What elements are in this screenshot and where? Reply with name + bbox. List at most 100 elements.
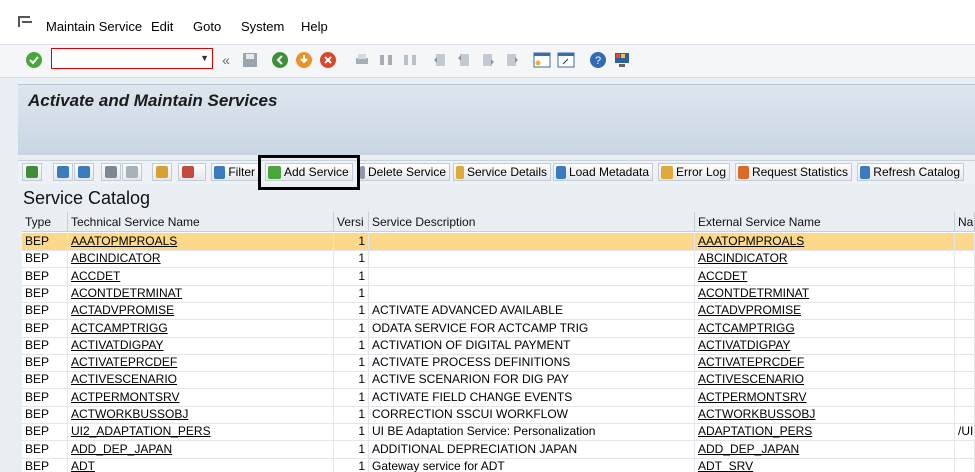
cell-version: 1 <box>334 440 369 458</box>
cell-technical-service-name[interactable]: AAATOPMPROALS <box>68 233 334 250</box>
cell-version: 1 <box>334 250 369 268</box>
table-row[interactable]: BEP ACTIVATDIGPAY 1 ACTIVATION OF DIGITAL P… <box>22 336 975 355</box>
next-page-icon[interactable] <box>478 50 498 70</box>
menu-system[interactable]: System <box>241 19 284 34</box>
find-icon[interactable] <box>101 163 121 181</box>
details-icon[interactable] <box>22 163 42 181</box>
shortcut-icon[interactable] <box>556 50 576 70</box>
sort-ascending-icon[interactable] <box>53 163 73 181</box>
column-header-type[interactable]: Type <box>22 212 68 232</box>
table-row[interactable]: BEP UI2_ADAPTATION_PERS 1 UI BE Adaptation … <box>22 423 975 442</box>
table-row[interactable]: BEP AAATOPMPROALS 1 AAATOPMPROALS <box>22 233 975 251</box>
cell-external-service-name[interactable]: ADT_SRV <box>695 457 955 472</box>
request-statistics-button[interactable]: Request Statistics <box>735 163 852 181</box>
column-header-technical-service-name[interactable]: Technical Service Name <box>68 212 334 232</box>
cell-technical-service-name[interactable]: ACTADVPROMISE <box>68 302 334 320</box>
cell-version: 1 <box>334 284 369 302</box>
column-header-service-description[interactable]: Service Description <box>369 212 695 232</box>
cell-external-service-name[interactable]: ACTWORKBUSSOBJ <box>695 406 955 423</box>
menu-maintain-service[interactable]: Maintain Service <box>46 19 142 34</box>
cell-type: BEP <box>22 302 68 320</box>
cell-version: 1 <box>334 457 369 472</box>
exit-icon[interactable] <box>294 50 314 70</box>
cell-technical-service-name[interactable]: ACCDET <box>68 267 334 285</box>
cell-technical-service-name[interactable]: ABCINDICATOR <box>68 250 334 268</box>
cell-version: 1 <box>334 423 369 441</box>
cell-external-service-name[interactable]: ABCINDICATOR <box>695 250 955 268</box>
cell-namespace <box>955 302 975 320</box>
find-next-icon[interactable] <box>400 50 420 70</box>
back-icon[interactable] <box>270 50 290 70</box>
sort-descending-icon[interactable] <box>74 163 94 181</box>
check-icon[interactable] <box>24 50 44 70</box>
help-icon[interactable]: ? <box>588 50 608 70</box>
cancel-icon[interactable] <box>318 50 338 70</box>
print-icon[interactable] <box>352 50 372 70</box>
previous-page-icon[interactable] <box>454 50 474 70</box>
cell-external-service-name[interactable]: ACCDET <box>695 267 955 285</box>
table-row[interactable]: BEP ACTPERMONTSRV 1 ACTIVATE FIELD CHANGE E… <box>22 388 975 407</box>
refresh-catalog-button[interactable]: Refresh Catalog <box>857 163 964 181</box>
cell-external-service-name[interactable]: ACONTDETRMINAT <box>695 284 955 302</box>
load-metadata-button[interactable]: Load Metadata <box>553 163 653 181</box>
export-icon[interactable] <box>152 163 172 181</box>
cell-external-service-name[interactable]: ACTIVESCENARIO <box>695 371 955 389</box>
menu-goto[interactable]: Goto <box>193 19 221 34</box>
cell-external-service-name[interactable]: AAATOPMPROALS <box>695 233 955 250</box>
service-details-button[interactable]: Service Details <box>453 163 551 181</box>
error-log-button[interactable]: Error Log <box>658 163 730 181</box>
cell-technical-service-name[interactable]: ACTPERMONTSRV <box>68 388 334 406</box>
table-row[interactable]: BEP ADT 1 Gateway service for ADT ADT_SRV <box>22 457 975 472</box>
column-header-namespace[interactable]: Nar <box>955 212 975 232</box>
table-row[interactable]: BEP ACCDET 1 ACCDET <box>22 267 975 286</box>
cell-technical-service-name[interactable]: ACTCAMPTRIGG <box>68 319 334 337</box>
cell-type: BEP <box>22 371 68 389</box>
filter-button[interactable]: Filter <box>211 163 259 181</box>
find-next-icon[interactable] <box>122 163 142 181</box>
delete-service-button[interactable]: Delete Service <box>357 163 450 181</box>
filter-icon <box>214 165 226 179</box>
table-row[interactable]: BEP ACTADVPROMISE 1 ACTIVATE ADVANCED AVAIL… <box>22 302 975 321</box>
layout-select-icon[interactable] <box>178 163 206 181</box>
first-page-icon[interactable] <box>430 50 450 70</box>
column-header-version[interactable]: Versi <box>334 212 369 232</box>
cell-technical-service-name[interactable]: ACTIVESCENARIO <box>68 371 334 389</box>
cell-external-service-name[interactable]: ACTIVATDIGPAY <box>695 336 955 354</box>
cell-technical-service-name[interactable]: ADT <box>68 457 334 472</box>
cell-technical-service-name[interactable]: UI2_ADAPTATION_PERS <box>68 423 334 441</box>
column-header-external-service-name[interactable]: External Service Name <box>695 212 955 232</box>
chevron-down-icon[interactable]: ▼ <box>200 53 209 63</box>
cell-technical-service-name[interactable]: ACONTDETRMINAT <box>68 284 334 302</box>
cell-service-description: ADDITIONAL DEPRECIATION JAPAN <box>369 440 695 458</box>
back-double-icon[interactable]: « <box>216 50 236 70</box>
cell-type: BEP <box>22 440 68 458</box>
table-row[interactable]: BEP ADD_DEP_JAPAN 1 ADDITIONAL DEPRECIATION… <box>22 440 975 459</box>
save-icon[interactable] <box>240 50 260 70</box>
table-row[interactable]: BEP ACONTDETRMINAT 1 ACONTDETRMINAT <box>22 284 975 303</box>
cell-external-service-name[interactable]: ACTIVATEPRCDEF <box>695 354 955 372</box>
table-row[interactable]: BEP ACTIVATEPRCDEF 1 ACTIVATE PROCESS DEFIN… <box>22 354 975 373</box>
cell-external-service-name[interactable]: ADD_DEP_JAPAN <box>695 440 955 458</box>
table-row[interactable]: BEP ABCINDICATOR 1 ABCINDICATOR <box>22 250 975 269</box>
table-row[interactable]: BEP ACTWORKBUSSOBJ 1 CORRECTION SSCUI WORKF… <box>22 406 975 424</box>
cell-external-service-name[interactable]: ACTADVPROMISE <box>695 302 955 320</box>
cell-external-service-name[interactable]: ACTCAMPTRIGG <box>695 319 955 337</box>
command-field[interactable]: ▼ <box>51 48 213 69</box>
menu-icon[interactable] <box>17 15 33 29</box>
table-row[interactable]: BEP ACTIVESCENARIO 1 ACTIVE SCENARION FOR D… <box>22 371 975 390</box>
layout-icon[interactable] <box>612 50 632 70</box>
menu-help[interactable]: Help <box>301 19 328 34</box>
cell-external-service-name[interactable]: ACTPERMONTSRV <box>695 388 955 406</box>
cell-technical-service-name[interactable]: ADD_DEP_JAPAN <box>68 440 334 458</box>
table-row[interactable]: BEP ACTCAMPTRIGG 1 ODATA SERVICE FOR ACTCAM… <box>22 319 975 338</box>
cell-namespace <box>955 250 975 268</box>
page-title: Activate and Maintain Services <box>28 91 278 110</box>
cell-technical-service-name[interactable]: ACTIVATEPRCDEF <box>68 354 334 372</box>
cell-external-service-name[interactable]: ADAPTATION_PERS <box>695 423 955 441</box>
new-session-icon[interactable] <box>532 50 552 70</box>
last-page-icon[interactable] <box>502 50 522 70</box>
cell-technical-service-name[interactable]: ACTWORKBUSSOBJ <box>68 406 334 423</box>
cell-technical-service-name[interactable]: ACTIVATDIGPAY <box>68 336 334 354</box>
menu-edit[interactable]: Edit <box>151 19 173 34</box>
find-icon[interactable] <box>376 50 396 70</box>
